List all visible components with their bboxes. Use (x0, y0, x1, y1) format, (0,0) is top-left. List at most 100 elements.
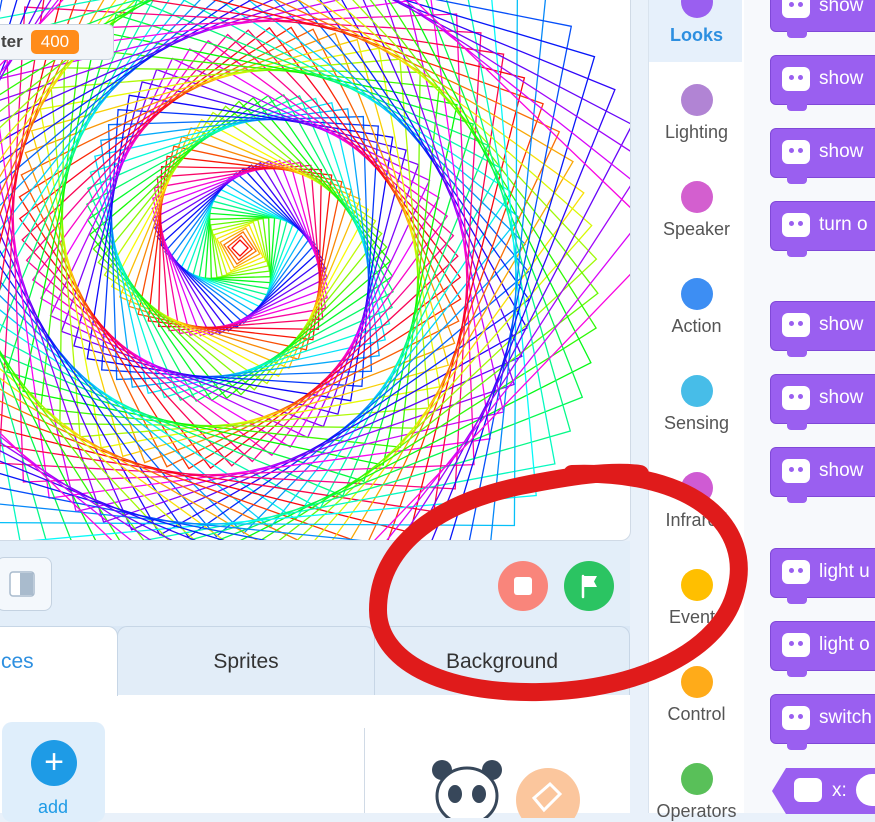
x-input-field[interactable] (856, 774, 875, 806)
category-dot-lighting[interactable] (681, 84, 713, 116)
spiral-square (110, 118, 370, 378)
spiral-square (89, 97, 391, 399)
block-label: show (819, 68, 864, 89)
block-notch (787, 496, 807, 503)
block-label: switch (819, 707, 872, 728)
spiral-square (151, 159, 329, 337)
code-block[interactable]: show (770, 128, 875, 184)
robot-icon (782, 459, 810, 483)
tab-background[interactable]: Background (374, 626, 630, 696)
block-notch (787, 31, 807, 38)
panda-sprite-thumbnail[interactable] (430, 758, 590, 818)
tab-sounds[interactable]: ces (0, 626, 118, 696)
code-block[interactable]: show (770, 447, 875, 503)
robot-icon (782, 67, 810, 91)
spiral-square (0, 0, 630, 540)
block-notch (787, 423, 807, 430)
category-dot-operators[interactable] (681, 763, 713, 795)
category-dot-speaker[interactable] (681, 181, 713, 213)
category-speaker[interactable]: Speaker (649, 219, 744, 240)
robot-icon (782, 140, 810, 164)
robot-icon (794, 778, 822, 802)
spiral-square (101, 109, 379, 387)
spiral-square (153, 161, 327, 335)
category-sensing[interactable]: Sensing (649, 413, 744, 434)
spiral-square (213, 221, 267, 275)
spiral-square (5, 13, 475, 483)
block-label: show (819, 460, 864, 481)
robot-icon (782, 560, 810, 584)
robot-icon (782, 386, 810, 410)
block-label: light o (819, 634, 870, 655)
category-action[interactable]: Action (649, 316, 744, 337)
block-label: show (819, 0, 864, 16)
code-block[interactable]: show (770, 0, 875, 38)
spiral-square (50, 58, 430, 438)
monitor-value: 400 (30, 30, 80, 54)
block-notch (787, 670, 807, 677)
category-events[interactable]: Events (649, 607, 744, 628)
code-block[interactable]: light u (770, 548, 875, 604)
spiral-square (0, 0, 630, 540)
spiral-square (152, 160, 328, 336)
add-icon[interactable]: + (31, 740, 77, 786)
robot-icon (782, 0, 810, 18)
spiral-square (88, 96, 392, 400)
green-flag-button[interactable] (564, 561, 614, 611)
block-notch (787, 104, 807, 111)
monitor-label: ter (1, 32, 23, 51)
category-looks[interactable]: Looks (649, 25, 744, 46)
code-block[interactable]: show (770, 301, 875, 357)
spiral-square (231, 239, 249, 257)
spiral-square (209, 217, 271, 279)
code-block[interactable]: show (770, 55, 875, 111)
spiral-square (152, 160, 328, 336)
block-label: show (819, 314, 864, 335)
layout-toggle-button[interactable] (0, 557, 52, 611)
category-dot-action[interactable] (681, 278, 713, 310)
block-label: show (819, 141, 864, 162)
spiral-square (21, 29, 459, 467)
category-dot-sensing[interactable] (681, 375, 713, 407)
x-reporter-block[interactable]: x: (772, 768, 875, 814)
block-label: light u (819, 561, 870, 582)
code-block[interactable]: turn o (770, 201, 875, 257)
robot-icon (782, 633, 810, 657)
spiral-square (20, 28, 460, 468)
spiral-square (153, 161, 327, 335)
code-block[interactable]: switch (770, 694, 875, 750)
spiral-square (180, 188, 300, 308)
spiral-square (118, 126, 362, 370)
stop-button[interactable] (498, 561, 548, 611)
robot-icon (782, 213, 810, 237)
tab-sprites[interactable]: Sprites (117, 626, 375, 696)
block-notch (787, 250, 807, 257)
code-block[interactable]: show (770, 374, 875, 430)
spiral-square (22, 30, 458, 466)
x-label: x: (832, 780, 847, 801)
stage-canvas[interactable]: ter 400 (0, 0, 631, 541)
panel-divider (364, 728, 365, 813)
spiral-square (100, 108, 380, 388)
category-lighting[interactable]: Lighting (649, 122, 744, 143)
spiral-square (107, 115, 373, 381)
category-dot-infrared[interactable] (681, 472, 713, 504)
category-control[interactable]: Control (649, 704, 744, 725)
spiral-square (92, 100, 388, 396)
robot-icon (782, 706, 810, 730)
spiral-square (0, 0, 630, 540)
variable-monitor: ter 400 (0, 24, 114, 60)
spiral-square (94, 102, 386, 394)
code-block[interactable]: light o (770, 621, 875, 677)
category-operators[interactable]: Operators (649, 801, 744, 822)
layout-icon (9, 571, 35, 597)
add-label: add (37, 797, 69, 817)
green-flag-icon (581, 574, 597, 599)
block-notch (787, 350, 807, 357)
category-dot-events[interactable] (681, 569, 713, 601)
block-label: show (819, 387, 864, 408)
category-dot-control[interactable] (681, 666, 713, 698)
category-infrared[interactable]: Infrared (649, 510, 744, 531)
spiral-square (157, 165, 323, 331)
spiral-square (103, 111, 377, 385)
